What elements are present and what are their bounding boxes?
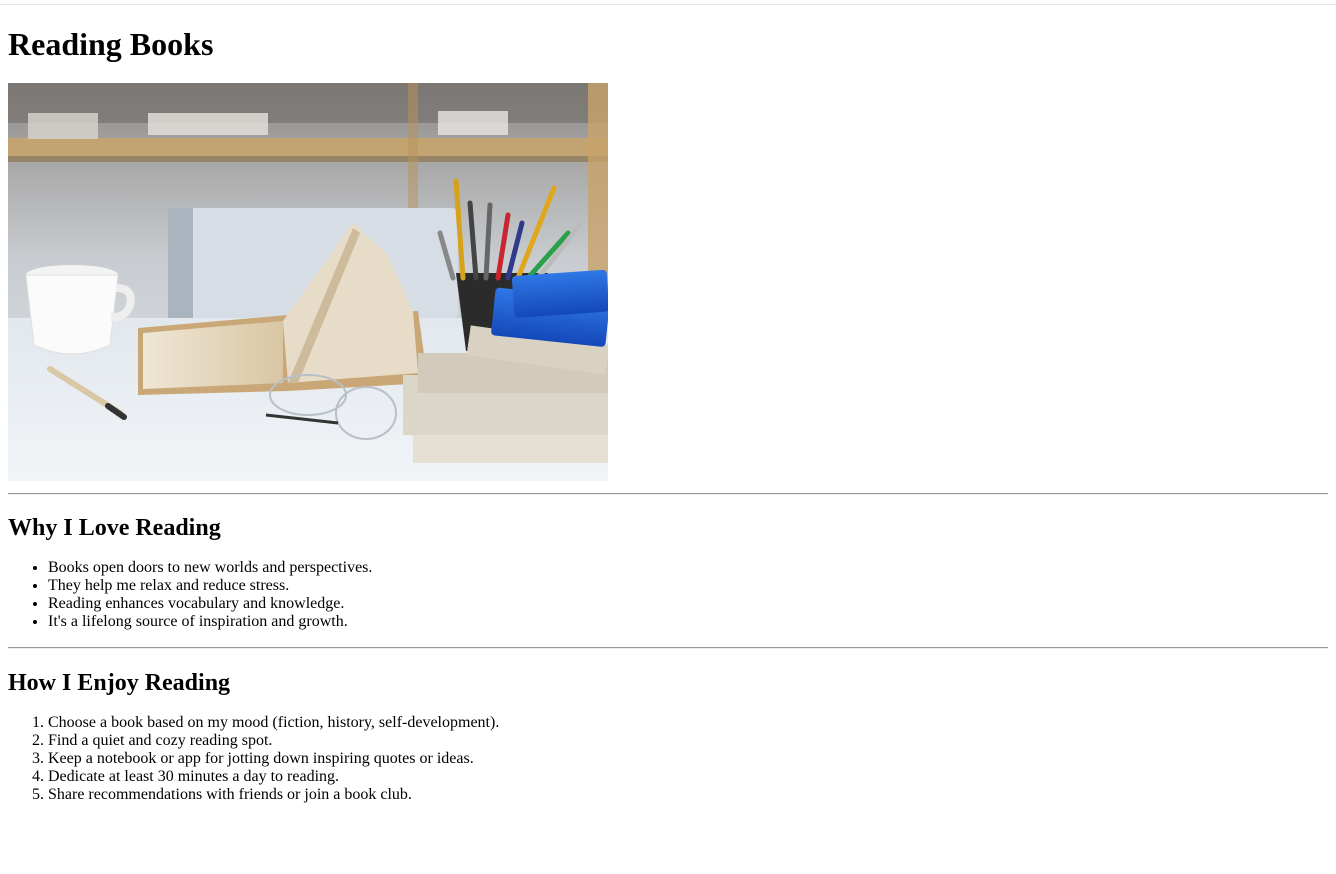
section-heading: Why I Love Reading — [8, 515, 221, 541]
books-on-desk-illustration — [8, 83, 608, 481]
how-i-enjoy-reading-section: How I Enjoy Reading Choose a book based … — [8, 649, 1328, 804]
list-item: Find a quiet and cozy reading spot. — [48, 732, 1328, 750]
list-item: Reading enhances vocabulary and knowledg… — [48, 595, 1328, 613]
list-item: Choose a book based on my mood (fiction,… — [48, 714, 1328, 732]
browser-top-border — [0, 4, 1336, 5]
reasons-list: Books open doors to new worlds and persp… — [8, 559, 1328, 631]
why-i-love-reading-section: Why I Love Reading Books open doors to n… — [8, 495, 1328, 631]
list-item: Dedicate at least 30 minutes a day to re… — [48, 768, 1328, 786]
list-item: It's a lifelong source of inspiration an… — [48, 613, 1328, 631]
list-item: Share recommendations with friends or jo… — [48, 786, 1328, 804]
page-content: Reading Books Why I Love Reading • Books… — [0, 0, 1336, 804]
list-item: Keep a notebook or app for jotting down … — [48, 750, 1328, 768]
page-title: Reading Books — [8, 26, 214, 62]
list-item: They help me relax and reduce stress. — [48, 577, 1328, 595]
section-heading: How I Enjoy Reading — [8, 670, 231, 696]
list-item: Books open doors to new worlds and persp… — [48, 559, 1328, 577]
steps-list: Choose a book based on my mood (fiction,… — [8, 714, 1328, 804]
hero-image — [8, 83, 608, 481]
